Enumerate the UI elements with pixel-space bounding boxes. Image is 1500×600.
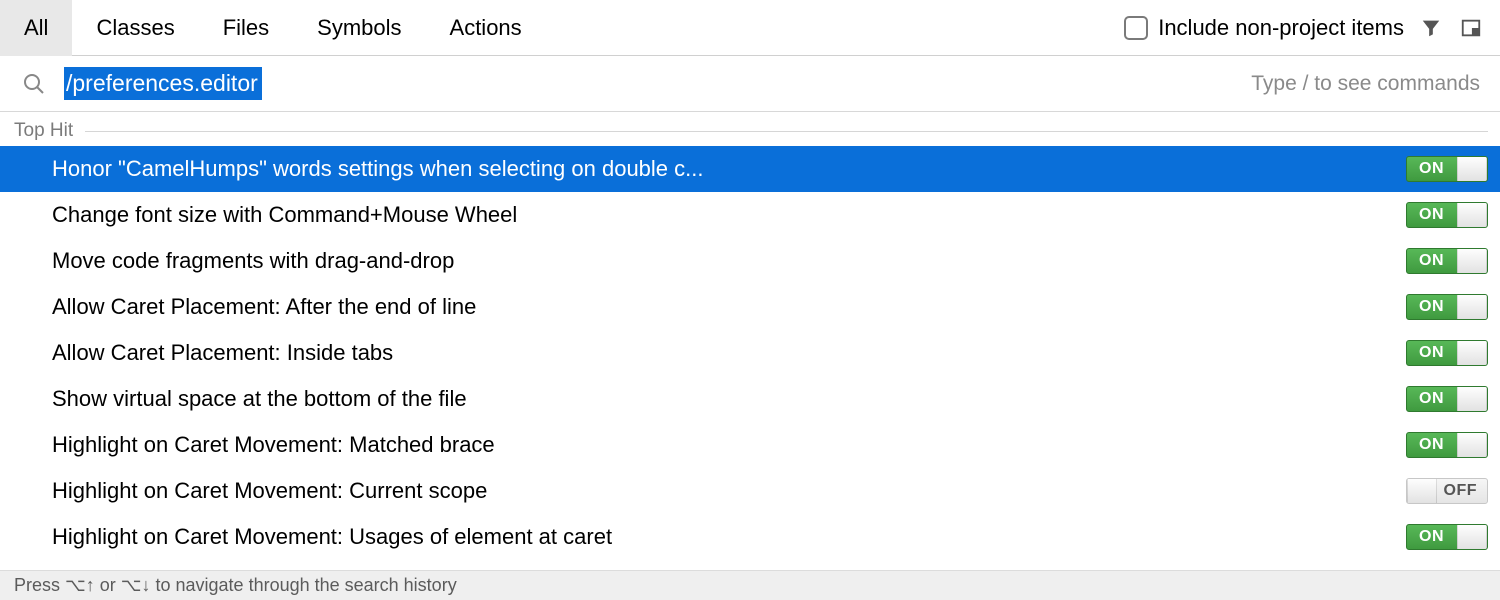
result-label: Highlight on Caret Movement: Matched bra… — [52, 432, 1406, 458]
result-row[interactable]: Highlight on Caret Movement: Matched bra… — [0, 422, 1500, 468]
result-row[interactable]: Move code fragments with drag-and-drop ON — [0, 238, 1500, 284]
result-label: Highlight on Caret Movement: Usages of e… — [52, 524, 1406, 550]
toggle-state-label: ON — [1419, 436, 1444, 454]
toggle-state-label: ON — [1419, 390, 1444, 408]
search-input[interactable]: /preferences.editor — [64, 67, 1251, 101]
tab-label: All — [24, 15, 48, 41]
search-icon — [22, 72, 46, 96]
result-row[interactable]: Allow Caret Placement: Inside tabs ON — [0, 330, 1500, 376]
tab-label: Actions — [450, 15, 522, 41]
setting-toggle[interactable]: ON — [1406, 156, 1488, 182]
toggle-knob — [1407, 479, 1437, 503]
result-label: Move code fragments with drag-and-drop — [52, 248, 1406, 274]
toggle-knob — [1457, 525, 1487, 549]
tab-all[interactable]: All — [0, 0, 72, 56]
toggle-state-label: ON — [1419, 160, 1444, 178]
setting-toggle[interactable]: ON — [1406, 294, 1488, 320]
toggle-state-label: ON — [1419, 252, 1444, 270]
setting-toggle[interactable]: OFF — [1406, 478, 1488, 504]
result-label: Honor "CamelHumps" words settings when s… — [52, 156, 1406, 182]
toggle-state-label: ON — [1419, 298, 1444, 316]
toggle-knob — [1457, 157, 1487, 181]
tab-actions[interactable]: Actions — [426, 0, 546, 56]
setting-toggle[interactable]: ON — [1406, 248, 1488, 274]
result-label: Allow Caret Placement: Inside tabs — [52, 340, 1406, 366]
result-label: Change font size with Command+Mouse Whee… — [52, 202, 1406, 228]
result-row[interactable]: Highlight on Caret Movement: Current sco… — [0, 468, 1500, 514]
result-label: Allow Caret Placement: After the end of … — [52, 294, 1406, 320]
results-list: Honor "CamelHumps" words settings when s… — [0, 146, 1500, 570]
tab-label: Classes — [96, 15, 174, 41]
toggle-state-label: ON — [1419, 206, 1444, 224]
checkbox-box-icon — [1124, 16, 1148, 40]
include-non-project-label: Include non-project items — [1158, 15, 1404, 41]
result-row[interactable]: Highlight on Caret Movement: Usages of e… — [0, 514, 1500, 560]
tab-label: Files — [223, 15, 269, 41]
search-hint: Type / to see commands — [1251, 72, 1494, 96]
status-text: Press ⌥↑ or ⌥↓ to navigate through the s… — [14, 575, 457, 596]
toggle-state-label: ON — [1419, 528, 1444, 546]
tab-classes[interactable]: Classes — [72, 0, 198, 56]
result-label: Highlight on Caret Movement: Current sco… — [52, 478, 1406, 504]
section-header-label: Top Hit — [14, 120, 73, 142]
filter-icon[interactable] — [1418, 15, 1444, 41]
result-row[interactable]: Allow Caret Placement: After the end of … — [0, 284, 1500, 330]
result-label: Show virtual space at the bottom of the … — [52, 386, 1406, 412]
toggle-state-label: OFF — [1444, 482, 1478, 500]
setting-toggle[interactable]: ON — [1406, 524, 1488, 550]
toggle-knob — [1457, 341, 1487, 365]
setting-toggle[interactable]: ON — [1406, 386, 1488, 412]
toggle-knob — [1457, 433, 1487, 457]
result-row[interactable]: Change font size with Command+Mouse Whee… — [0, 192, 1500, 238]
tab-label: Symbols — [317, 15, 401, 41]
toggle-state-label: ON — [1419, 344, 1444, 362]
include-non-project-checkbox[interactable]: Include non-project items — [1124, 15, 1404, 41]
section-header: Top Hit — [0, 112, 1500, 146]
layout-pin-icon[interactable] — [1458, 15, 1484, 41]
result-row[interactable]: Honor "CamelHumps" words settings when s… — [0, 146, 1500, 192]
setting-toggle[interactable]: ON — [1406, 340, 1488, 366]
toggle-knob — [1457, 249, 1487, 273]
toggle-knob — [1457, 387, 1487, 411]
section-divider — [85, 131, 1488, 132]
setting-toggle[interactable]: ON — [1406, 202, 1488, 228]
search-bar: /preferences.editor Type / to see comman… — [0, 56, 1500, 112]
toggle-knob — [1457, 295, 1487, 319]
tab-files[interactable]: Files — [199, 0, 293, 56]
tab-bar: All Classes Files Symbols Actions Include no… — [0, 0, 1500, 56]
status-bar: Press ⌥↑ or ⌥↓ to navigate through the s… — [0, 570, 1500, 600]
toggle-knob — [1457, 203, 1487, 227]
tab-symbols[interactable]: Symbols — [293, 0, 425, 56]
search-input-value: /preferences.editor — [64, 67, 262, 101]
result-row[interactable]: Show virtual space at the bottom of the … — [0, 376, 1500, 422]
setting-toggle[interactable]: ON — [1406, 432, 1488, 458]
